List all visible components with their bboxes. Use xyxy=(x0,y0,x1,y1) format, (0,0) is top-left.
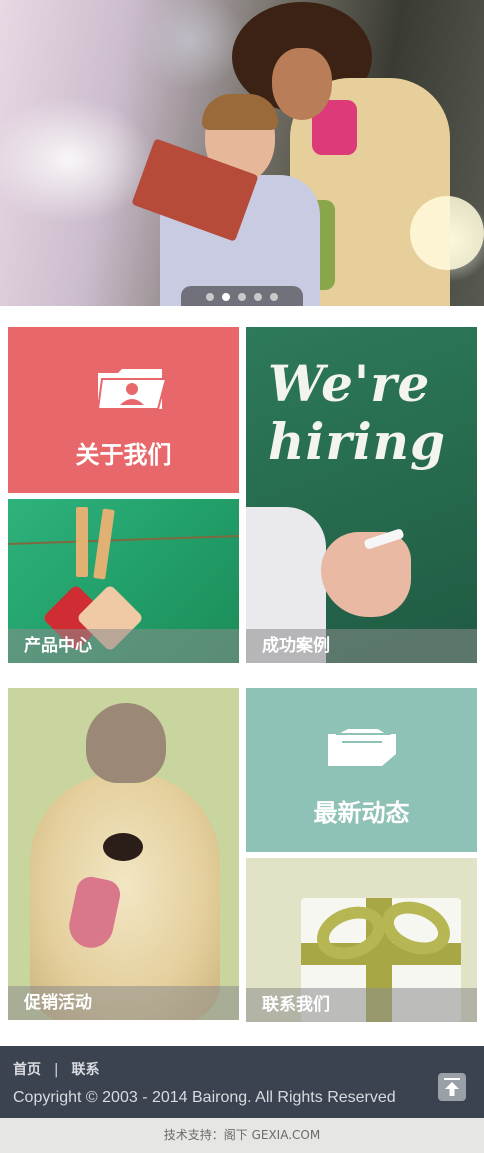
tile-cases-label: 成功案例 xyxy=(246,629,477,663)
banner-photo-light xyxy=(410,196,484,270)
slide-dot-4[interactable] xyxy=(254,293,262,301)
tile-about-label: 关于我们 xyxy=(75,441,172,469)
slide-dot-5[interactable] xyxy=(270,293,278,301)
hiring-line-1: We're xyxy=(268,354,431,413)
tile-contact-label: 联系我们 xyxy=(246,988,477,1022)
slide-dot-2[interactable] xyxy=(222,293,230,301)
tile-products-label: 产品中心 xyxy=(8,629,239,663)
footer: 首页 | 联系 Copyright © 2003 - 2014 Bairong.… xyxy=(0,1046,484,1118)
tile-about-us[interactable]: 关于我们 xyxy=(8,327,239,493)
back-to-top-button[interactable] xyxy=(438,1073,466,1101)
tile-promotions-label: 促销活动 xyxy=(8,986,239,1020)
footer-link-home[interactable]: 首页 xyxy=(13,1059,41,1079)
tile-products[interactable]: 产品中心 xyxy=(8,499,239,663)
slide-indicator xyxy=(181,286,303,306)
slide-dot-1[interactable] xyxy=(206,293,214,301)
hiring-line-2: hiring xyxy=(268,412,446,471)
footer-links: 首页 | 联系 xyxy=(13,1059,99,1079)
folder-user-icon xyxy=(96,369,166,410)
clothespin-decoration xyxy=(76,507,88,577)
hero-banner[interactable] xyxy=(0,0,484,306)
banner-photo-face xyxy=(272,48,332,120)
tech-support-bar: 技术支持：阁下 GEXIA.COM xyxy=(0,1118,484,1153)
rope-decoration xyxy=(8,534,239,546)
news-tray-icon xyxy=(328,728,396,766)
footer-link-contact[interactable]: 联系 xyxy=(71,1059,99,1079)
copyright-text: Copyright © 2003 - 2014 Bairong. All Rig… xyxy=(13,1089,396,1106)
tile-news[interactable]: 最新动态 xyxy=(246,688,477,852)
tile-contact[interactable]: 联系我们 xyxy=(246,858,477,1022)
cat-photo xyxy=(86,703,166,783)
tile-news-label: 最新动态 xyxy=(313,799,410,827)
dog-photo xyxy=(30,773,220,1020)
tile-promotions[interactable]: 促销活动 xyxy=(8,688,239,1020)
banner-photo-man-hair xyxy=(202,94,278,130)
footer-separator: | xyxy=(53,1062,59,1078)
arrow-up-icon xyxy=(444,1078,460,1096)
dog-nose xyxy=(103,833,143,861)
hiring-headline: We're hiring xyxy=(268,355,446,471)
slide-dot-3[interactable] xyxy=(238,293,246,301)
tile-cases[interactable]: We're hiring 成功案例 xyxy=(246,327,477,663)
clothespin-decoration xyxy=(93,508,115,580)
